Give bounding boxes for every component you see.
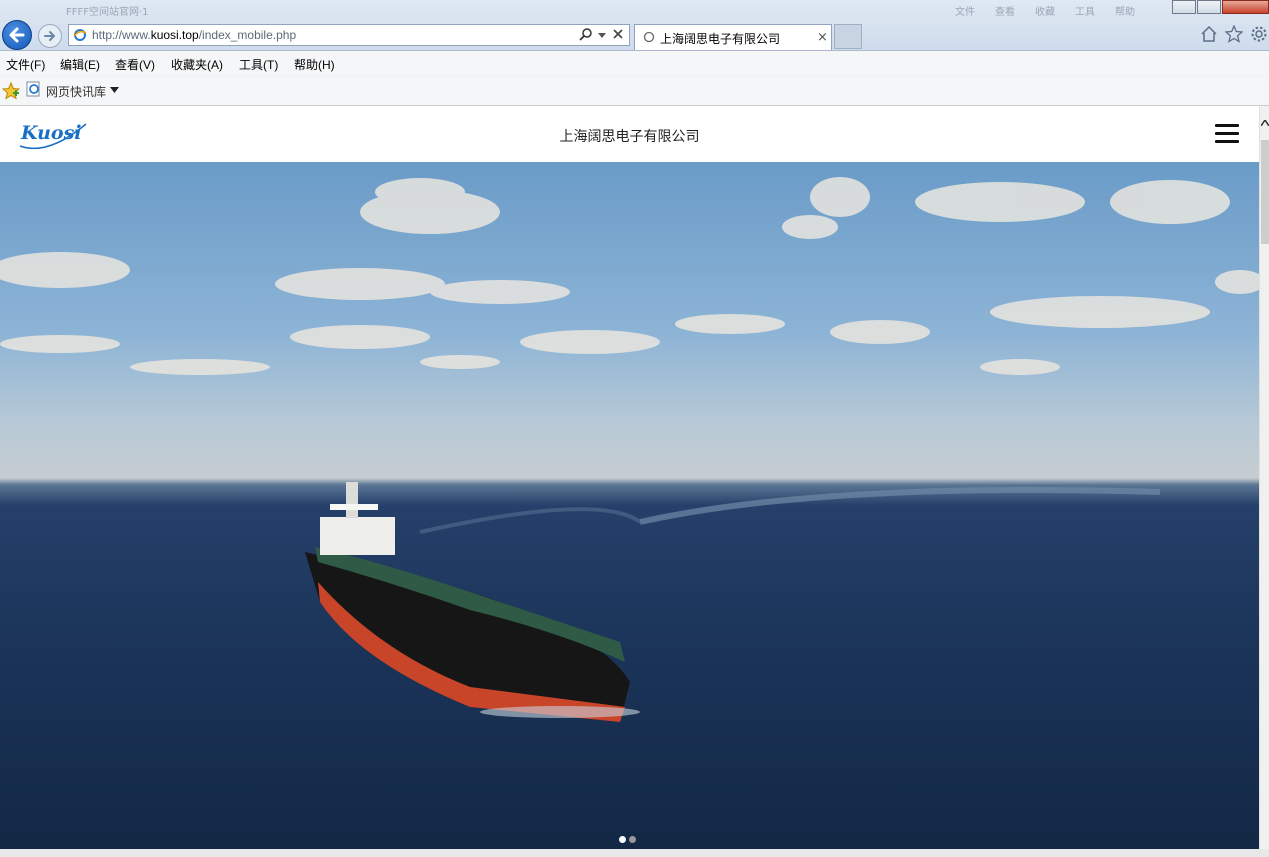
menu-item-view[interactable]: 查看(V): [115, 56, 155, 73]
minimize-button[interactable]: [1172, 0, 1196, 14]
page-viewport: Kuosi 上海阔思电子有限公司: [0, 106, 1259, 849]
search-icon[interactable]: [579, 28, 593, 42]
faint-menu-item: 收藏: [1035, 7, 1055, 18]
status-bar: [0, 849, 1269, 857]
hamburger-menu-icon[interactable]: [1215, 124, 1239, 144]
back-arrow-icon: [9, 27, 25, 43]
home-icon[interactable]: [1200, 25, 1218, 43]
window-title: FFFF空间站官网·1: [66, 7, 149, 18]
menu-item-help[interactable]: 帮助(H): [294, 56, 335, 73]
close-window-button[interactable]: [1222, 0, 1269, 14]
favorites-star-icon[interactable]: [1225, 25, 1243, 43]
address-bar[interactable]: http://www.kuosi.top/index_mobile.php: [68, 24, 630, 46]
menu-item-favorites[interactable]: 收藏夹(A): [171, 56, 223, 73]
url-text[interactable]: http://www.kuosi.top/index_mobile.php: [92, 28, 296, 42]
site-title: 上海阔思电子有限公司: [559, 128, 700, 144]
chevron-down-icon[interactable]: [110, 87, 119, 93]
web-slice-icon: [26, 81, 40, 97]
tab-active[interactable]: 上海阔思电子有限公司 ×: [634, 24, 832, 50]
slide-dot-2[interactable]: [629, 836, 636, 843]
menu-item-edit[interactable]: 编辑(E): [60, 56, 100, 73]
tab-title: 上海阔思电子有限公司: [660, 32, 781, 46]
site-header: Kuosi 上海阔思电子有限公司: [0, 106, 1259, 162]
ie-page-icon: [73, 29, 87, 41]
favorites-add-icon[interactable]: [2, 82, 20, 100]
menu-bar: 文件(F) 编辑(E) 查看(V) 收藏夹(A) 工具(T) 帮助(H): [0, 51, 1269, 76]
new-tab-button[interactable]: [834, 24, 862, 49]
tab-close-button[interactable]: ×: [817, 30, 828, 45]
faint-menu-item: 工具: [1075, 7, 1095, 18]
forward-arrow-icon: [44, 31, 55, 41]
vertical-scrollbar[interactable]: [1259, 106, 1269, 849]
favorites-item-web-slice[interactable]: 网页快讯库: [46, 83, 106, 100]
scroll-up-arrow-icon[interactable]: [1261, 120, 1269, 126]
slide-dot-1[interactable]: [619, 836, 626, 843]
maximize-button[interactable]: [1197, 0, 1221, 14]
gear-icon[interactable]: [1250, 25, 1268, 43]
faint-menu-item: 帮助: [1115, 7, 1135, 18]
menu-item-tools[interactable]: 工具(T): [239, 56, 278, 73]
chevron-down-icon[interactable]: [598, 33, 606, 38]
faint-menu-item: 文件: [955, 7, 975, 18]
favorites-bar: 网页快讯库: [0, 77, 1269, 106]
faint-menu-item: 查看: [995, 7, 1015, 18]
stop-icon[interactable]: [612, 28, 624, 40]
menu-item-file[interactable]: 文件(F): [6, 56, 45, 73]
hero-slide-image: [0, 162, 1259, 849]
scrollbar-thumb[interactable]: [1261, 140, 1269, 244]
loading-icon: [643, 31, 655, 43]
forward-button[interactable]: [38, 24, 62, 48]
browser-toolbar: FFFF空间站官网·1 文件 查看 收藏 工具 帮助 http://www.ku…: [0, 0, 1269, 51]
tanker-ship-image: [0, 177, 1259, 722]
back-button[interactable]: [2, 20, 32, 50]
